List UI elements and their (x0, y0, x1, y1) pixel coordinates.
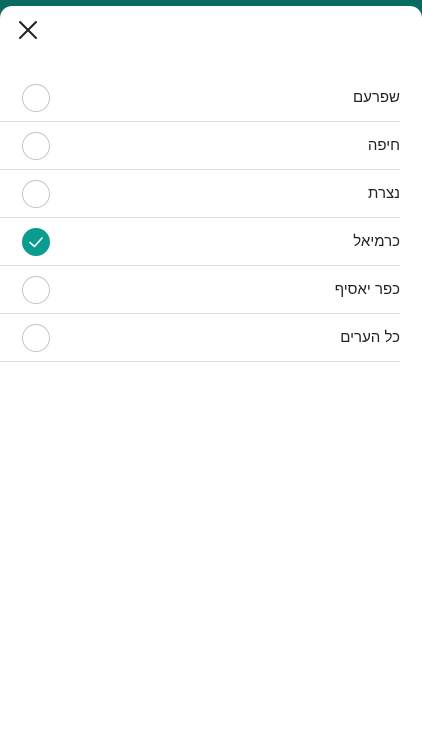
city-label: כרמיאל (353, 233, 400, 250)
close-button[interactable] (12, 16, 44, 44)
city-option-nazareth[interactable]: נצרת (0, 170, 400, 218)
radio-button[interactable] (22, 83, 50, 112)
city-label: כפר יאסיף (334, 281, 400, 298)
city-option-all-cities[interactable]: כל הערים (0, 314, 400, 362)
city-label: חיפה (367, 137, 400, 154)
city-picker-sheet: שפרעם חיפה נצרת כרמיאל כפר יאסיף כל הערי… (0, 6, 422, 750)
checkmark-icon (29, 236, 43, 247)
city-list: שפרעם חיפה נצרת כרמיאל כפר יאסיף כל הערי… (0, 74, 400, 362)
city-option-shefaram[interactable]: שפרעם (0, 74, 400, 122)
city-option-karmiel[interactable]: כרמיאל (0, 218, 400, 266)
city-option-haifa[interactable]: חיפה (0, 122, 400, 170)
radio-button[interactable] (22, 275, 50, 304)
radio-button[interactable] (22, 131, 50, 160)
city-label: שפרעם (352, 89, 400, 106)
radio-button[interactable] (22, 179, 50, 208)
radio-button-checked[interactable] (22, 227, 50, 256)
close-icon (19, 21, 37, 39)
city-label: כל הערים (340, 329, 400, 346)
city-label: נצרת (368, 185, 400, 202)
radio-button[interactable] (22, 323, 50, 352)
city-option-kafr-yasif[interactable]: כפר יאסיף (0, 266, 400, 314)
